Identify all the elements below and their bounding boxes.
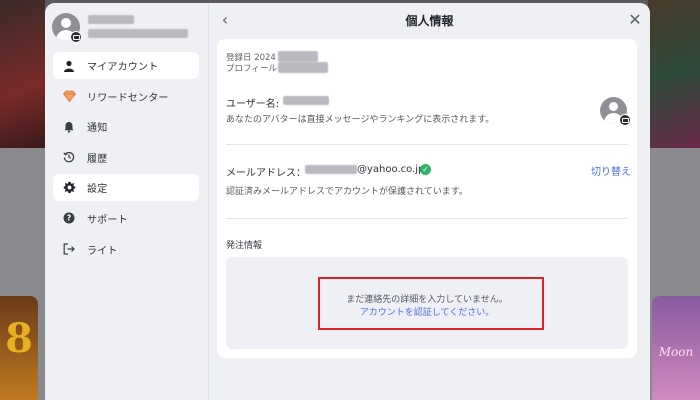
bell-icon	[62, 120, 76, 134]
background-game-thumbnail-left	[0, 0, 45, 148]
email-domain: @yahoo.co.jp	[357, 164, 425, 175]
profile-line: プロフィール	[226, 62, 277, 74]
camera-icon[interactable]	[70, 31, 82, 43]
sidebar-item-settings[interactable]: 設定	[53, 174, 199, 202]
sidebar-item-logout[interactable]: ライト	[53, 236, 199, 263]
registration-date-redacted	[278, 51, 318, 62]
sidebar-item-label: 設定	[87, 184, 108, 196]
account-modal: マイアカウント リワードセンター 通知 履歴 設定 ? サポート ライト ‹ 個…	[45, 3, 650, 400]
sidebar-item-label: マイアカウント	[87, 62, 159, 73]
camera-icon[interactable]	[619, 114, 631, 126]
person-icon	[62, 59, 76, 73]
modal-header: ‹ 個人情報 ✕	[209, 3, 650, 39]
close-button[interactable]: ✕	[625, 9, 645, 31]
sidebar-item-label: サポート	[87, 214, 128, 226]
background-tile-number: 8	[5, 315, 33, 362]
order-info-box: まだ連絡先の詳細を入力していません。 アカウントを認証してください。	[226, 257, 628, 349]
username-description: あなたのアバターは直接メッセージやランキングに表示されます。	[226, 115, 495, 125]
email-switch-link[interactable]: 切り替え	[591, 163, 631, 178]
sidebar: マイアカウント リワードセンター 通知 履歴 設定 ? サポート ライト	[45, 3, 208, 400]
user-id-redacted	[88, 29, 188, 38]
section-divider	[226, 144, 628, 145]
background-tile-text: Moon	[658, 345, 694, 359]
sidebar-item-rewards[interactable]: リワードセンター	[53, 83, 199, 110]
sidebar-item-notifications[interactable]: 通知	[53, 113, 199, 140]
sidebar-item-my-account[interactable]: マイアカウント	[53, 52, 199, 79]
profile-prefix: プロフィール	[226, 64, 277, 74]
sidebar-nav: マイアカウント リワードセンター 通知 履歴 設定 ? サポート ライト	[53, 52, 199, 266]
sidebar-divider	[208, 3, 209, 400]
username-redacted	[88, 15, 134, 24]
personal-info-card: 登録日 2024 プロフィール ユーザー名: あなたのアバターは直接メッセージや…	[217, 39, 637, 358]
logout-icon	[62, 242, 76, 256]
svg-text:?: ?	[67, 214, 72, 223]
profile-redacted	[278, 62, 328, 73]
sidebar-item-history[interactable]: 履歴	[53, 144, 199, 171]
sidebar-item-label: ライト	[87, 245, 118, 257]
section-divider	[226, 218, 628, 219]
sidebar-profile	[52, 13, 202, 45]
background-game-thumbnail-right	[648, 0, 700, 148]
gear-icon	[62, 181, 76, 195]
sidebar-item-support[interactable]: ? サポート	[53, 205, 199, 232]
email-local-redacted	[305, 165, 357, 174]
username-label: ユーザー名:	[226, 99, 280, 110]
diamond-icon	[62, 89, 76, 103]
page-title: 個人情報	[405, 14, 454, 28]
help-icon: ?	[62, 211, 76, 225]
order-info-label: 発注情報	[226, 241, 263, 251]
highlight-box	[318, 277, 544, 330]
sidebar-item-label: リワードセンター	[87, 92, 169, 104]
sidebar-item-label: 通知	[87, 123, 108, 135]
sidebar-item-label: 履歴	[87, 153, 108, 165]
email-label: メールアドレス：	[226, 168, 306, 179]
username-value-redacted	[283, 96, 329, 105]
history-icon	[62, 150, 76, 164]
email-description: 認証済みメールアドレスでアカウントが保護されています。	[226, 187, 468, 197]
verified-check-icon: ✓	[420, 164, 431, 175]
